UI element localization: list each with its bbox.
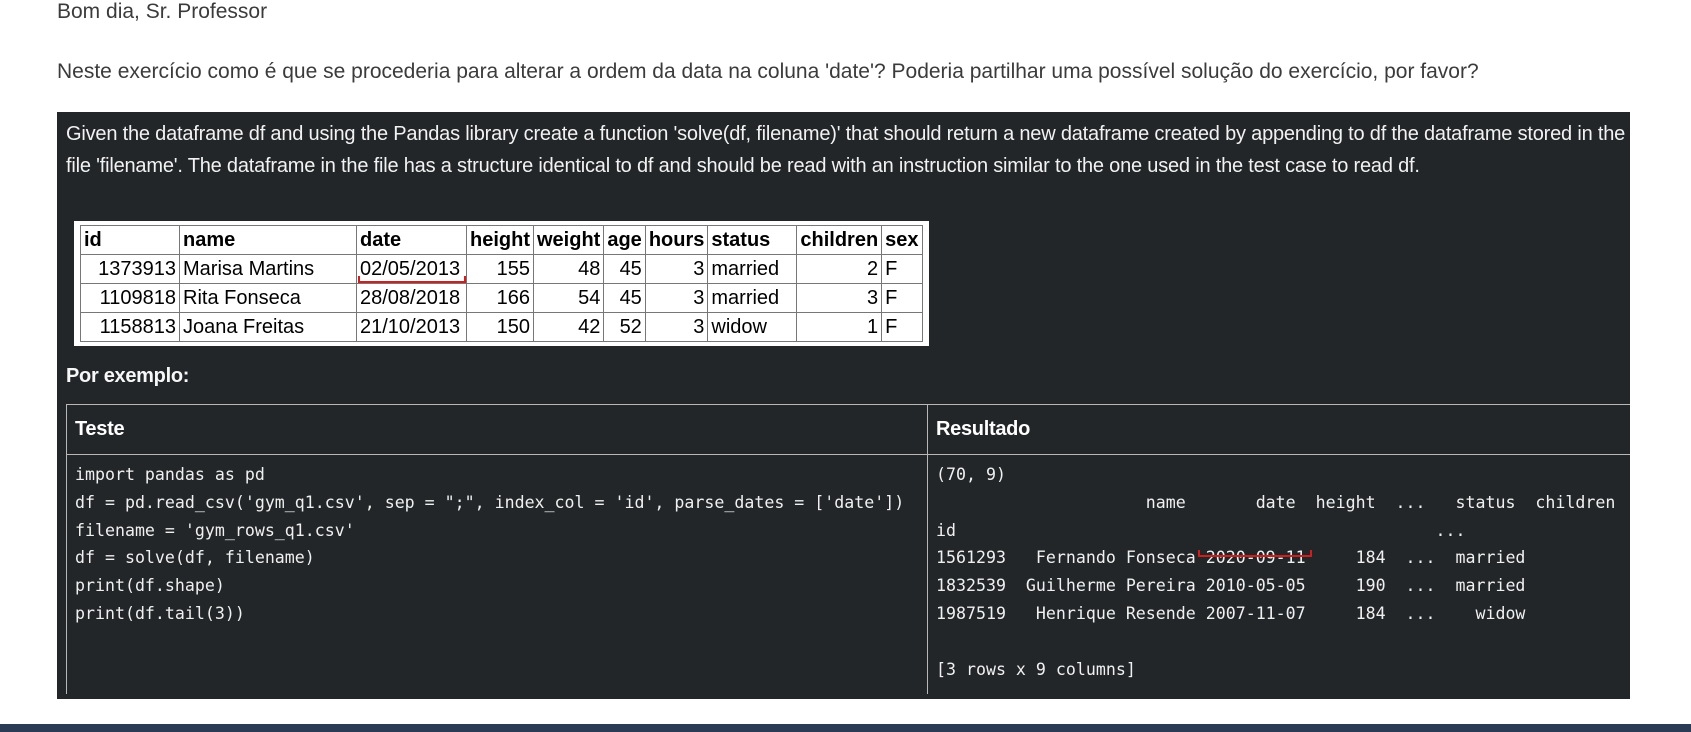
table-cell: 45 — [603, 254, 646, 284]
table-cell: married — [707, 283, 798, 313]
table-cell: F — [881, 312, 923, 342]
table-cell: F — [881, 283, 923, 313]
sample-data-table: id name date height weight age hours sta… — [74, 221, 929, 346]
question-text: Neste exercício como é que se procederia… — [57, 60, 1479, 83]
forum-post: Bom dia, Sr. Professor Neste exercício c… — [0, 0, 1691, 732]
table-cell: 3 — [796, 283, 883, 313]
table-cell: 45 — [603, 283, 646, 313]
table-cell: F — [881, 254, 923, 284]
table-cell: 1 — [796, 312, 883, 342]
table-cell: married — [707, 254, 798, 284]
table-cell: 48 — [532, 254, 605, 284]
column-header: date — [356, 225, 467, 255]
table-cell: 3 — [644, 312, 709, 342]
table-cell: widow — [707, 312, 798, 342]
footer-bar — [0, 724, 1691, 732]
table-cell: 42 — [532, 312, 605, 342]
exercise-screenshot: Given the dataframe df and using the Pan… — [57, 112, 1630, 699]
example-table: Teste import pandas as pd df = pd.read_c… — [66, 404, 1630, 694]
test-header: Teste — [67, 405, 927, 455]
column-header: age — [603, 225, 646, 255]
test-column: Teste import pandas as pd df = pd.read_c… — [67, 405, 928, 694]
test-code: import pandas as pd df = pd.read_csv('gy… — [75, 465, 905, 623]
exercise-description: Given the dataframe df and using the Pan… — [66, 123, 1626, 177]
column-header: children — [796, 225, 883, 255]
table-cell: 52 — [603, 312, 646, 342]
greeting-text: Bom dia, Sr. Professor — [57, 0, 268, 23]
table-cell: 155 — [466, 254, 534, 284]
example-label: Por exemplo: — [66, 365, 190, 387]
table-cell: 3 — [644, 254, 709, 284]
table-cell: 54 — [532, 283, 605, 313]
column-header: hours — [644, 225, 709, 255]
date-underline-annotation: 02/05/2013 — [357, 255, 467, 283]
table-cell-date-highlighted: 02/05/2013 — [356, 254, 467, 284]
table-row: 1158813 Joana Freitas 21/10/2013 150 42 … — [80, 312, 923, 342]
column-header: sex — [881, 225, 923, 255]
table-cell: 2 — [796, 254, 883, 284]
column-header: height — [466, 225, 534, 255]
table-cell: 150 — [466, 312, 534, 342]
table-cell: 1373913 — [80, 254, 180, 284]
table-cell: 166 — [466, 283, 534, 313]
table-row: 1109818 Rita Fonseca 28/08/2018 166 54 4… — [80, 283, 923, 313]
result-output: (70, 9) name date height ... status chil… — [936, 465, 1616, 679]
table-cell: 21/10/2013 — [356, 312, 467, 342]
table-cell: 28/08/2018 — [356, 283, 467, 313]
result-column: Resultado (70, 9) name date height ... s… — [928, 405, 1630, 694]
table-cell: 1158813 — [80, 312, 180, 342]
result-header: Resultado — [928, 405, 1630, 455]
column-header: id — [80, 225, 180, 255]
column-header: status — [707, 225, 798, 255]
result-date-underline-annotation — [1198, 550, 1312, 557]
table-header-row: id name date height weight age hours sta… — [80, 225, 923, 255]
table-cell: Marisa Martins — [179, 254, 357, 284]
table-cell: 3 — [644, 283, 709, 313]
column-header: weight — [532, 225, 605, 255]
column-header: name — [179, 225, 357, 255]
table-cell: Joana Freitas — [179, 312, 357, 342]
table-row: 1373913 Marisa Martins 02/05/2013 155 48… — [80, 254, 923, 284]
table-cell: 1109818 — [80, 283, 180, 313]
table-cell: Rita Fonseca — [179, 283, 357, 313]
